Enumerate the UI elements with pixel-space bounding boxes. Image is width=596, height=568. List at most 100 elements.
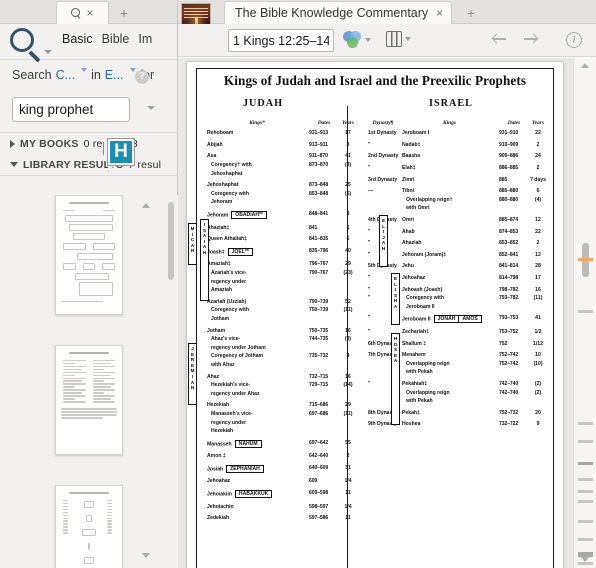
chevron-down-icon[interactable] [44, 50, 52, 54]
search-hit-marker[interactable] [578, 490, 593, 493]
years-cell: (3) [344, 162, 352, 169]
chevron-down-icon[interactable] [81, 68, 88, 72]
table-row: " Ahab 874–853 22 [366, 227, 547, 236]
search-panel-tabbar: × + [0, 0, 177, 24]
chevron-down-icon[interactable] [405, 37, 411, 41]
resource-panel: The Bible Knowledge Commentary × + i [178, 0, 596, 568]
search-hit-marker[interactable] [578, 258, 593, 261]
list-item[interactable] [55, 485, 123, 568]
thumbnails-scroll-up-button[interactable] [141, 203, 150, 210]
arrow-left-icon[interactable] [492, 33, 507, 45]
tab-bible-knowledge-commentary[interactable]: The Bible Knowledge Commentary × [224, 1, 453, 24]
table-row: 2nd Dynasty Baasha 909–886 24 [366, 152, 547, 161]
new-tab-button[interactable]: + [110, 1, 138, 24]
king-name-cell: Jehoram OBADIAH** [205, 210, 309, 221]
years-cell: 40 [345, 247, 351, 254]
search-mode-im[interactable]: Im [138, 32, 152, 46]
collapse-triangle-icon[interactable] [10, 162, 18, 167]
tab-search[interactable]: × [56, 1, 109, 24]
dynasty-cell [366, 196, 400, 205]
results-scrollbar-thumb[interactable] [168, 202, 174, 280]
table-row: Amon ‡ 642–640 2 [205, 452, 357, 461]
search-hit-marker[interactable] [578, 478, 593, 481]
visual-filters-button[interactable] [343, 31, 371, 49]
list-item[interactable] [55, 195, 123, 315]
search-mode-basic[interactable]: Basic [62, 32, 93, 46]
king-name-cell: Zimri [402, 176, 415, 183]
search-scope-line: Search C... in E... for ? [0, 60, 177, 94]
dynasty-cell: 1st Dynasty [368, 130, 397, 137]
table-row: Ahaz 732–715 16 [205, 372, 357, 381]
years-cell: 3 [346, 141, 350, 148]
document-viewport[interactable]: Kings of Judah and Israel and the Preexi… [178, 58, 573, 568]
application-window: × + Basic Bible Im Search C... in E... f… [0, 0, 596, 568]
dynasty-cell: 2nd Dynasty [368, 153, 399, 160]
column-layout-button[interactable] [386, 31, 411, 47]
venn-circles-icon [343, 31, 362, 49]
expand-triangle-icon[interactable] [10, 139, 15, 148]
king-name-cell: Jotham [211, 315, 230, 322]
dates-cell: 909–886 [499, 153, 519, 160]
list-item[interactable] [55, 345, 123, 455]
search-hit-marker[interactable] [578, 422, 593, 425]
search-hit-marker[interactable] [578, 462, 593, 465]
years-cell: (5) [344, 190, 352, 197]
search-history-chevron-icon[interactable] [147, 106, 155, 110]
dates-cell: 835–796 [309, 247, 329, 254]
search-input[interactable] [12, 97, 130, 122]
search-hit-marker[interactable] [578, 520, 593, 523]
results-scrollbar[interactable] [167, 198, 175, 564]
result-thumbnail-list[interactable] [0, 195, 178, 568]
dates-cell: 753–752 [499, 328, 519, 335]
chevron-down-icon[interactable] [365, 38, 371, 42]
scroll-down-button[interactable] [581, 557, 589, 562]
table-row: Azariah's vice- 790–767 (23) [205, 269, 357, 278]
dates-cell: 609–598 [309, 490, 329, 497]
dates-cell [309, 418, 339, 427]
years-cell: 6 [346, 236, 350, 243]
search-mode-bible[interactable]: Bible [102, 32, 130, 46]
document-scrollbar[interactable] [573, 58, 596, 568]
king-name-cell: Menahem [402, 352, 426, 359]
reference-input[interactable] [228, 29, 334, 52]
king-name-cell: Manasseh's vice- [211, 410, 253, 417]
search-hit-marker[interactable] [578, 538, 593, 541]
king-name-cell: Amon ‡ [207, 453, 226, 460]
prophet-box: JONAH [433, 315, 460, 324]
info-icon[interactable]: i [566, 32, 582, 48]
scroll-up-button[interactable] [581, 63, 589, 68]
king-name-cell: Zechariah‡ [402, 328, 429, 335]
help-icon[interactable]: ? [135, 70, 149, 84]
dates-cell: 931–913 [309, 130, 329, 137]
dates-cell: 715–686 [309, 402, 329, 409]
years-cell: 12 [535, 217, 541, 224]
tab-label: The Bible Knowledge Commentary [235, 6, 429, 20]
table-row: regency under Ahaz [205, 389, 357, 398]
arrow-right-icon[interactable] [523, 33, 538, 45]
years-cell: (10) [533, 360, 543, 367]
king-name-cell: Zedekiah [207, 515, 230, 522]
chevron-down-icon[interactable] [129, 68, 136, 72]
search-corpus-dropdown[interactable]: E... [105, 68, 124, 82]
table-row: Jotham [205, 315, 357, 324]
king-name-cell: Coregency with [211, 307, 249, 314]
king-name-cell: Coregency with [406, 295, 444, 302]
search-hit-marker[interactable] [578, 562, 593, 565]
thumbnails-scroll-down-button[interactable] [141, 553, 150, 560]
dates-cell: 910–909 [499, 141, 519, 148]
dates-cell [309, 389, 339, 398]
table-row: Manasseh's vice- 697–686 (11) [205, 410, 357, 419]
search-hit-marker[interactable] [578, 310, 593, 313]
table-row: Rehoboam 931–913 17 [205, 129, 357, 138]
close-icon[interactable]: × [436, 6, 443, 20]
search-scope-dropdown[interactable]: C... [56, 68, 75, 82]
search-hit-marker[interactable] [578, 440, 593, 443]
king-name-cell: Jeroboam II JONAH AMOS [400, 314, 499, 325]
results-group-library[interactable]: LIBRARY RESULTS 7 resul [0, 154, 177, 175]
new-tab-button[interactable]: + [458, 1, 484, 24]
results-group-my-books[interactable]: MY BOOKS 0 res (0.03 [0, 133, 177, 154]
table-row: Jehoram OBADIAH** 848–841 8 [205, 210, 357, 221]
search-hit-marker[interactable] [578, 500, 593, 503]
resource-toolbar: i [178, 24, 596, 57]
close-icon[interactable]: × [86, 7, 93, 19]
